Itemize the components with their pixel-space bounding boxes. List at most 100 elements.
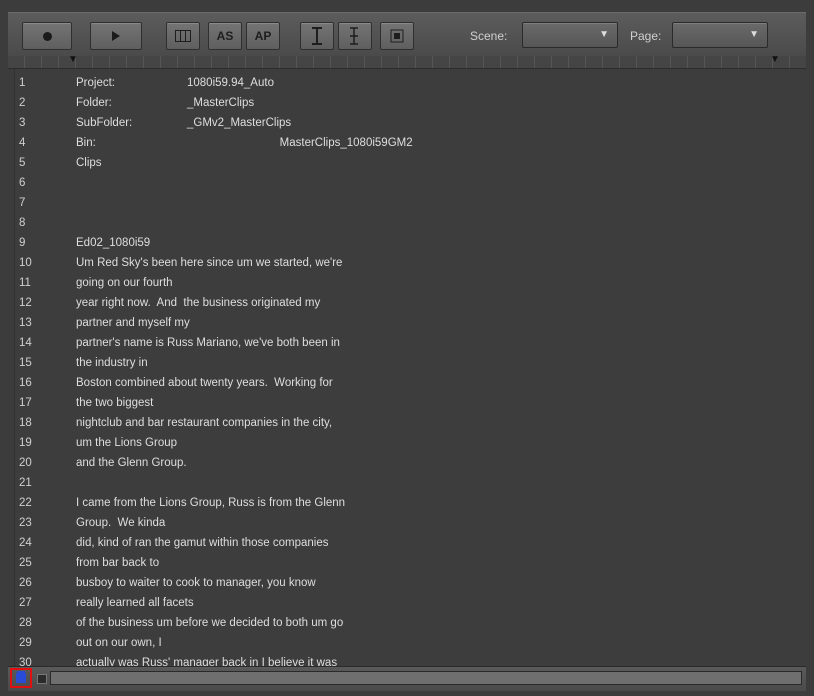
line-number: 11 [19,277,31,289]
script-line[interactable]: 23 Group. We kinda [15,513,805,533]
line-number: 25 [19,557,32,569]
line-number: 9 [19,237,26,249]
line-text: really learned all facets [76,597,194,609]
record-button[interactable] [22,22,72,50]
script-line[interactable]: 10 Um Red Sky's been here since um we sta… [15,253,805,273]
line-number: 27 [19,597,32,609]
line-text: SubFolder: [76,117,133,129]
script-text-area[interactable]: 1 Project: 1080i59.94_Auto 2 Folder: _MasterC… [14,69,807,666]
script-line[interactable]: 5 Clips [15,153,805,173]
script-line[interactable]: 9 Ed02_1080i59 [15,233,805,253]
line-text: Group. We kinda [76,517,166,529]
line-number: 3 [19,117,26,129]
scene-dropdown[interactable]: ▼ [522,22,618,48]
line-number: 6 [19,177,26,189]
script-line[interactable]: 18 nightclub and bar restaurant companies… [15,413,805,433]
lock-button[interactable] [10,668,32,688]
chevron-down-icon: ▼ [749,29,759,40]
as-button[interactable]: AS [208,22,242,50]
line-text: partner's name is Russ Mariano, we've bo… [76,337,340,349]
script-line[interactable]: 25 from bar back to [15,553,805,573]
script-line[interactable]: 29 out on our own, I [15,633,805,653]
line-number: 29 [19,637,32,649]
script-line[interactable]: 20 and the Glenn Group. [15,453,805,473]
line-number: 5 [19,157,26,169]
ap-button[interactable]: AP [246,22,280,50]
play-icon [112,31,120,41]
scene-label: Scene: [470,29,508,43]
line-number: 4 [19,137,26,149]
script-line[interactable]: 26 busboy to waiter to cook to manager, y… [15,573,805,593]
script-line[interactable]: 28 of the business um before we decided t… [15,613,805,633]
line-text: the two biggest [76,397,154,409]
record-icon [42,31,52,41]
script-line[interactable]: 2 Folder: _MasterClips [15,93,805,113]
horizontal-scrollbar[interactable] [50,671,802,685]
chevron-down-icon: ▼ [599,29,609,40]
line-number: 28 [19,617,32,629]
page-label: Page: [630,29,662,43]
toggle-square-icon[interactable] [37,674,47,684]
script-line[interactable]: 4 Bin: MasterClips_1080i59GM2 [15,133,805,153]
line-text: Project: [76,77,115,89]
script-line[interactable]: 30 actually was Russ' manager back in I b… [15,653,805,666]
script-line[interactable]: 21 [15,473,805,493]
script-line[interactable]: 8 [15,213,805,233]
script-line[interactable]: 27 really learned all facets [15,593,805,613]
play-button[interactable] [90,22,142,50]
line-number: 13 [19,317,32,329]
script-line[interactable]: 6 [15,173,805,193]
script-line[interactable]: 13 partner and myself my [15,313,805,333]
line-text: um the Lions Group [76,437,178,449]
text-cursor-plus-button[interactable] [338,22,372,50]
frame-icon [390,29,404,43]
line-number: 15 [19,357,32,369]
line-value: 1080i59.94_Auto [187,77,274,89]
line-text: partner and myself my [76,317,190,329]
script-line[interactable]: 3 SubFolder: _GMv2_MasterClips [15,113,805,133]
line-number: 23 [19,517,32,529]
line-number: 17 [19,397,32,409]
line-number: 10 [19,257,32,269]
script-line[interactable]: 1 Project: 1080i59.94_Auto [15,73,805,93]
line-number: 19 [19,437,32,449]
script-window: AS AP Scene: ▼ Page: ▼ ▼ ▼ 1 Project: 10… [0,0,814,696]
line-text: busboy to waiter to cook to manager, you… [76,577,316,589]
toolbar: AS AP Scene: ▼ Page: ▼ [8,12,806,58]
script-line[interactable]: 22 I came from the Lions Group, Russ is f… [15,493,805,513]
line-number: 1 [19,77,26,89]
line-text: the industry in [76,357,148,369]
line-text: of the business um before we decided to … [76,617,344,629]
line-text: from bar back to [76,557,160,569]
script-line[interactable]: 19 um the Lions Group [15,433,805,453]
script-line[interactable]: 15 the industry in [15,353,805,373]
line-number: 8 [19,217,26,229]
line-number: 24 [19,537,32,549]
ruler[interactable]: ▼ ▼ [8,54,806,69]
script-line[interactable]: 12 year right now. And the business origi… [15,293,805,313]
right-margin-marker-icon[interactable]: ▼ [770,54,780,65]
line-number: 2 [19,97,26,109]
text-cursor-button[interactable] [300,22,334,50]
script-line[interactable]: 17 the two biggest [15,393,805,413]
page-dropdown[interactable]: ▼ [672,22,768,48]
line-text: did, kind of ran the gamut within those … [76,537,329,549]
line-text: Folder: [76,97,112,109]
line-number: 21 [19,477,32,489]
ap-label: AP [254,29,272,43]
line-value: _GMv2_MasterClips [187,117,292,129]
script-line[interactable]: 16 Boston combined about twenty years. Wo… [15,373,805,393]
line-text: Clips [76,157,102,169]
frame-button[interactable] [380,22,414,50]
line-number: 20 [19,457,32,469]
script-line[interactable]: 14 partner's name is Russ Mariano, we've … [15,333,805,353]
script-line[interactable]: 24 did, kind of ran the gamut within thos… [15,533,805,553]
columns-button[interactable] [166,22,200,50]
line-text: Um Red Sky's been here since um we start… [76,257,343,269]
line-text: I came from the Lions Group, Russ is fro… [76,497,346,509]
script-line[interactable]: 7 [15,193,805,213]
line-number: 22 [19,497,32,509]
script-line[interactable]: 11 going on our fourth [15,273,805,293]
lock-icon [16,673,26,683]
left-margin-marker-icon[interactable]: ▼ [68,54,78,65]
